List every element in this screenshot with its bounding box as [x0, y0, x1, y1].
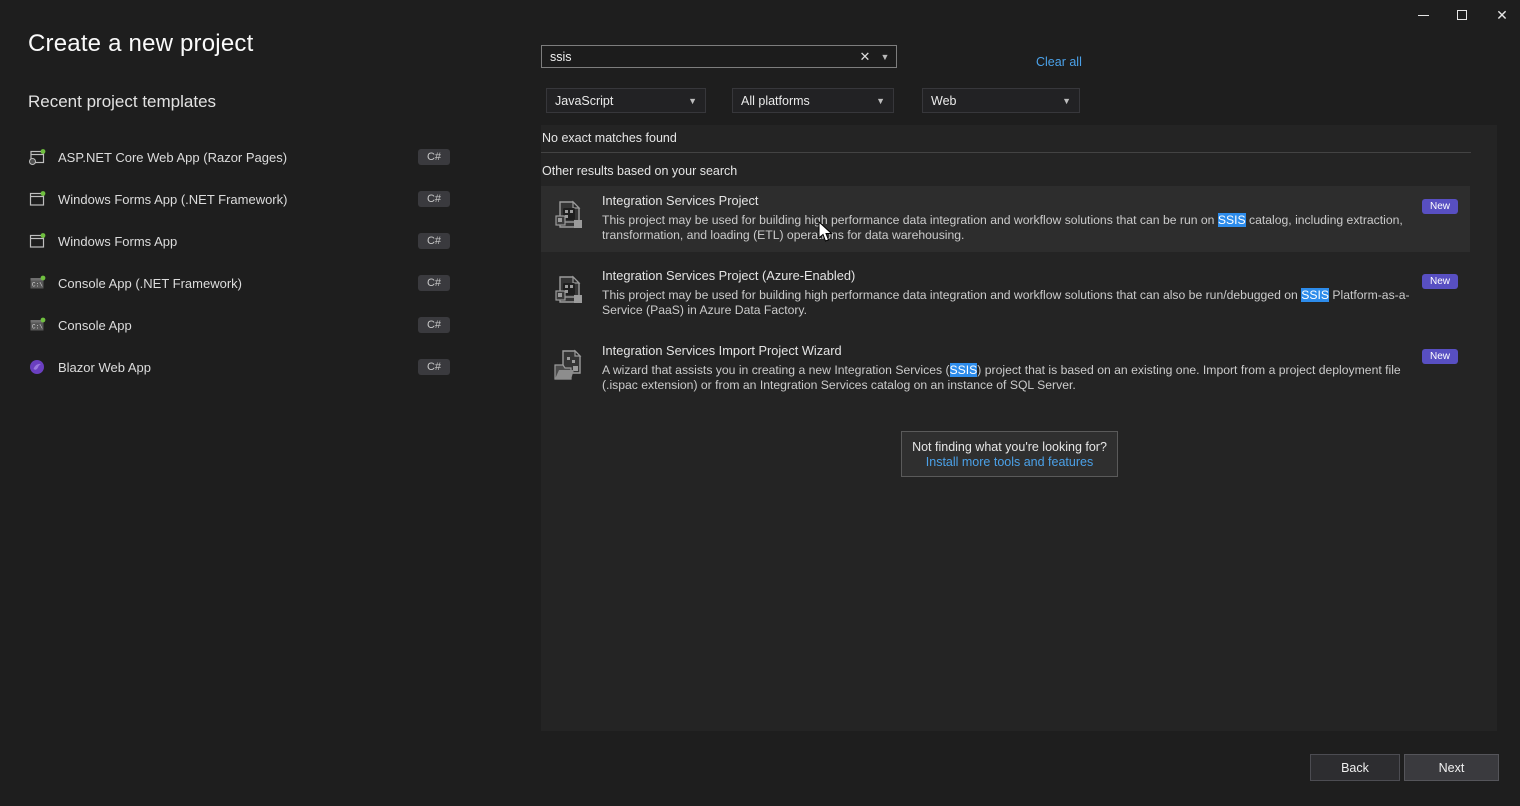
project-type-filter-value: Web — [931, 94, 956, 108]
chevron-down-icon: ▼ — [876, 96, 885, 106]
search-box: ✕ ▼ — [541, 45, 897, 68]
winforms-icon — [28, 190, 46, 208]
language-filter-dropdown[interactable]: JavaScript ▼ — [546, 88, 706, 113]
integration-services-project-icon — [551, 199, 587, 235]
integration-services-project-icon — [551, 274, 587, 310]
template-name: Console App (.NET Framework) — [58, 276, 242, 291]
template-item-winforms-netfw[interactable]: Windows Forms App (.NET Framework) C# — [28, 185, 450, 213]
template-item-console-netfw[interactable]: C:\ Console App (.NET Framework) C# — [28, 269, 450, 297]
template-name: Windows Forms App (.NET Framework) — [58, 192, 287, 207]
language-badge: C# — [418, 359, 450, 375]
language-badge: C# — [418, 317, 450, 333]
language-filter-value: JavaScript — [555, 94, 613, 108]
minimize-button[interactable] — [1404, 0, 1442, 30]
maximize-button[interactable] — [1443, 0, 1481, 30]
recent-template-list: ASP.NET Core Web App (Razor Pages) C# Wi… — [28, 143, 450, 395]
chevron-down-icon: ▼ — [688, 96, 697, 106]
result-description: This project may be used for building hi… — [602, 213, 1412, 243]
mouse-cursor — [818, 221, 833, 243]
clear-all-link[interactable]: Clear all — [1036, 55, 1082, 69]
ssis-highlight: SSIS — [1218, 213, 1246, 227]
back-button[interactable]: Back — [1310, 754, 1400, 781]
language-badge: C# — [418, 233, 450, 249]
search-input[interactable] — [542, 46, 862, 67]
new-badge: New — [1422, 199, 1458, 214]
template-item-blazor[interactable]: Blazor Web App C# — [28, 353, 450, 381]
template-name: Windows Forms App — [58, 234, 177, 249]
template-name: ASP.NET Core Web App (Razor Pages) — [58, 150, 287, 165]
template-item-winforms[interactable]: Windows Forms App C# — [28, 227, 450, 255]
result-title: Integration Services Project — [602, 193, 1412, 208]
result-description: This project may be used for building hi… — [602, 288, 1412, 318]
result-title: Integration Services Import Project Wiza… — [602, 343, 1412, 358]
svg-text:C:\: C:\ — [32, 324, 43, 331]
result-item-integration-services-project-azure[interactable]: Integration Services Project (Azure-Enab… — [541, 261, 1470, 327]
new-badge: New — [1422, 274, 1458, 289]
install-more-tools-link[interactable]: Install more tools and features — [926, 455, 1093, 469]
search-history-caret-icon[interactable]: ▼ — [877, 47, 893, 66]
result-item-import-project-wizard[interactable]: Integration Services Import Project Wiza… — [541, 336, 1470, 402]
results-panel: No exact matches found Other results bas… — [541, 125, 1497, 731]
blazor-icon — [28, 358, 46, 376]
result-item-integration-services-project[interactable]: Integration Services Project This projec… — [541, 186, 1470, 252]
language-badge: C# — [418, 149, 450, 165]
close-button[interactable]: ✕ — [1483, 0, 1520, 30]
language-badge: C# — [418, 191, 450, 207]
divider — [541, 152, 1471, 153]
not-finding-box: Not finding what you're looking for? Ins… — [901, 431, 1118, 477]
no-match-text: No exact matches found — [542, 131, 677, 145]
console-app-icon: C:\ — [28, 274, 46, 292]
console-app-icon: C:\ — [28, 316, 46, 334]
project-type-filter-dropdown[interactable]: Web ▼ — [922, 88, 1080, 113]
import-project-wizard-icon — [551, 349, 587, 385]
maximize-icon — [1457, 10, 1467, 20]
new-badge: New — [1422, 349, 1458, 364]
winforms-icon — [28, 232, 46, 250]
not-finding-text: Not finding what you're looking for? — [912, 440, 1107, 454]
aspnet-core-icon — [28, 148, 46, 166]
ssis-highlight: SSIS — [1301, 288, 1329, 302]
page-title: Create a new project — [28, 30, 253, 58]
result-title: Integration Services Project (Azure-Enab… — [602, 268, 1412, 283]
ssis-highlight: SSIS — [950, 363, 978, 377]
svg-text:C:\: C:\ — [32, 282, 43, 289]
close-icon: ✕ — [1496, 8, 1508, 22]
result-list: Integration Services Project This projec… — [541, 186, 1470, 411]
recent-templates-heading: Recent project templates — [28, 92, 216, 112]
other-results-heading: Other results based on your search — [542, 164, 737, 178]
platform-filter-value: All platforms — [741, 94, 810, 108]
template-name: Console App — [58, 318, 132, 333]
platform-filter-dropdown[interactable]: All platforms ▼ — [732, 88, 894, 113]
template-item-console[interactable]: C:\ Console App C# — [28, 311, 450, 339]
minimize-icon — [1418, 15, 1429, 16]
search-clear-icon[interactable]: ✕ — [856, 47, 874, 66]
next-button[interactable]: Next — [1404, 754, 1499, 781]
chevron-down-icon: ▼ — [1062, 96, 1071, 106]
template-item-aspnet-core-web-app[interactable]: ASP.NET Core Web App (Razor Pages) C# — [28, 143, 450, 171]
template-name: Blazor Web App — [58, 360, 151, 375]
language-badge: C# — [418, 275, 450, 291]
result-description: A wizard that assists you in creating a … — [602, 363, 1412, 393]
